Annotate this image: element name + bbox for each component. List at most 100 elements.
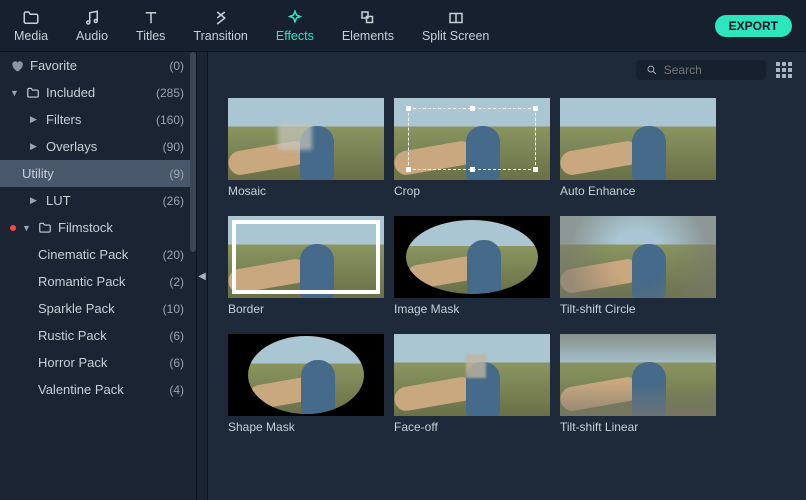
tab-audio[interactable]: Audio [76, 9, 108, 43]
sidebar-item-label: Utility [22, 166, 163, 181]
chevron-right-icon: ▶ [30, 195, 40, 206]
folder-icon [26, 86, 40, 100]
effect-item-tilt-circle[interactable]: Tilt-shift Circle [560, 216, 716, 316]
music-icon [83, 9, 101, 27]
effect-thumbnail [228, 334, 384, 416]
chevron-right-icon: ▶ [30, 114, 40, 125]
sidebar-item-count: (26) [163, 194, 184, 208]
tab-split-screen[interactable]: Split Screen [422, 9, 489, 43]
effect-item-mosaic[interactable]: Mosaic [228, 98, 384, 198]
tab-elements[interactable]: Elements [342, 9, 394, 43]
sidebar-item-label: Included [46, 85, 150, 100]
main-panel: Mosaic Crop Auto Enhance [208, 52, 806, 500]
sidebar-item-favorite[interactable]: Favorite (0) [0, 52, 196, 79]
sidebar-item-label: Sparkle Pack [38, 301, 157, 316]
tab-label: Elements [342, 29, 394, 43]
folder-icon [22, 9, 40, 27]
tab-label: Titles [136, 29, 165, 43]
sidebar-item-label: Filmstock [58, 220, 184, 235]
tab-label: Media [14, 29, 48, 43]
effect-label: Image Mask [394, 302, 550, 316]
effect-label: Crop [394, 184, 550, 198]
sidebar-item-included[interactable]: ▼ Included (285) [0, 79, 196, 106]
effect-thumbnail [560, 216, 716, 298]
effect-label: Tilt-shift Circle [560, 302, 716, 316]
sidebar-item-label: Valentine Pack [38, 382, 163, 397]
sidebar-item-label: Cinematic Pack [38, 247, 157, 262]
tab-effects[interactable]: Effects [276, 9, 314, 43]
effect-thumbnail [560, 334, 716, 416]
search-field[interactable] [636, 60, 766, 80]
tab-label: Transition [193, 29, 247, 43]
tab-transition[interactable]: Transition [193, 9, 247, 43]
transition-icon [212, 9, 230, 27]
sidebar-item-label: Romantic Pack [38, 274, 163, 289]
sparkle-icon [286, 9, 304, 27]
sidebar-scrollbar[interactable] [190, 52, 196, 252]
tab-media[interactable]: Media [14, 9, 48, 43]
effect-item-auto-enhance[interactable]: Auto Enhance [560, 98, 716, 198]
effect-thumbnail [394, 98, 550, 180]
tab-titles[interactable]: Titles [136, 9, 165, 43]
effect-thumbnail [394, 216, 550, 298]
new-indicator-icon [10, 225, 16, 231]
effect-item-tilt-linear[interactable]: Tilt-shift Linear [560, 334, 716, 434]
sidebar-item-label: Filters [46, 112, 150, 127]
sidebar-item-pack[interactable]: Cinematic Pack(20) [0, 241, 196, 268]
sidebar: Favorite (0) ▼ Included (285) ▶ Filters … [0, 52, 196, 500]
collapse-sidebar-button[interactable]: ◀ [196, 52, 208, 500]
sidebar-item-count: (6) [169, 329, 184, 343]
text-icon [142, 9, 160, 27]
sidebar-item-count: (160) [156, 113, 184, 127]
effect-label: Face-off [394, 420, 550, 434]
effect-label: Shape Mask [228, 420, 384, 434]
effect-label: Mosaic [228, 184, 384, 198]
effect-label: Tilt-shift Linear [560, 420, 716, 434]
view-grid-button[interactable] [776, 62, 792, 78]
sidebar-item-filters[interactable]: ▶ Filters (160) [0, 106, 196, 133]
sidebar-item-label: Favorite [30, 58, 163, 73]
sidebar-item-pack[interactable]: Sparkle Pack (10) [0, 295, 196, 322]
effect-item-image-mask[interactable]: Image Mask [394, 216, 550, 316]
effect-item-border[interactable]: Border [228, 216, 384, 316]
sidebar-item-pack[interactable]: Rustic Pack(6) [0, 322, 196, 349]
sidebar-item-overlays[interactable]: ▶ Overlays (90) [0, 133, 196, 160]
top-tabs: Media Audio Titles Transition Effects El… [14, 9, 715, 43]
chevron-down-icon: ▼ [22, 223, 32, 233]
sidebar-item-count: (6) [169, 356, 184, 370]
search-icon [646, 63, 658, 77]
sidebar-item-lut[interactable]: ▶ LUT (26) [0, 187, 196, 214]
sidebar-item-count: (90) [163, 140, 184, 154]
chevron-left-icon: ◀ [198, 271, 206, 282]
sidebar-item-count: (2) [169, 275, 184, 289]
effect-label: Auto Enhance [560, 184, 716, 198]
tab-label: Audio [76, 29, 108, 43]
sidebar-item-pack[interactable]: Valentine Pack(4) [0, 376, 196, 403]
chevron-right-icon: ▶ [30, 141, 40, 152]
split-icon [447, 9, 465, 27]
effect-item-crop[interactable]: Crop [394, 98, 550, 198]
effect-label: Border [228, 302, 384, 316]
top-toolbar: Media Audio Titles Transition Effects El… [0, 0, 806, 52]
effect-thumbnail [394, 334, 550, 416]
sidebar-item-pack[interactable]: Horror Pack(6) [0, 349, 196, 376]
sidebar-item-count: (10) [163, 302, 184, 316]
sidebar-item-pack[interactable]: Romantic Pack (2) [0, 268, 196, 295]
shapes-icon [359, 9, 377, 27]
tab-label: Split Screen [422, 29, 489, 43]
sidebar-item-count: (9) [169, 167, 184, 181]
effect-item-face-off[interactable]: Face-off [394, 334, 550, 434]
tab-label: Effects [276, 29, 314, 43]
sidebar-item-utility[interactable]: Utility (9) [0, 160, 196, 187]
effect-thumbnail [228, 98, 384, 180]
effect-item-shape-mask[interactable]: Shape Mask [228, 334, 384, 434]
search-input[interactable] [664, 63, 756, 77]
sidebar-item-count: (0) [169, 59, 184, 73]
sidebar-item-filmstock[interactable]: ▼ Filmstock [0, 214, 196, 241]
effects-grid: Mosaic Crop Auto Enhance [208, 88, 806, 500]
main-toolbar [208, 52, 806, 88]
sidebar-item-count: (285) [156, 86, 184, 100]
export-button[interactable]: EXPORT [715, 15, 792, 37]
chevron-down-icon: ▼ [10, 88, 20, 98]
folder-icon [38, 221, 52, 235]
